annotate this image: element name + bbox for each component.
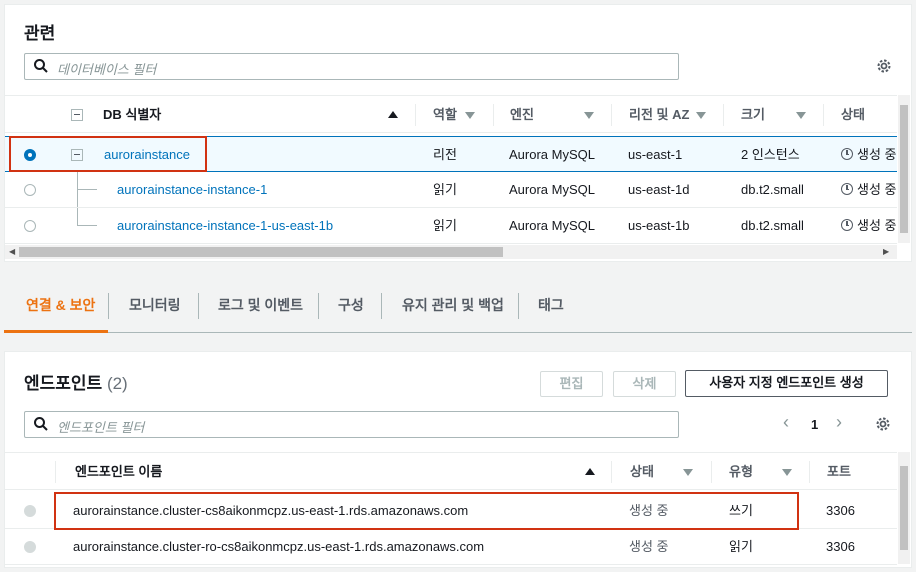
gear-icon[interactable] [874, 415, 892, 433]
instances-table-header: DB 식별자 역할 엔진 리전 및 AZ 크기 상태 [5, 95, 897, 133]
search-icon [34, 59, 48, 73]
instance-engine: Aurora MySQL [509, 147, 595, 162]
highlight-box [54, 492, 799, 530]
clock-icon [841, 148, 853, 160]
endpoint-status: 생성 중 [629, 539, 669, 554]
col-role[interactable]: 역할 [433, 96, 457, 133]
instance-region: us-east-1d [628, 182, 690, 197]
col-endpoint-name[interactable]: 엔드포인트 이름 [75, 453, 162, 490]
instance-role: 리전 [433, 147, 457, 162]
clock-icon [841, 219, 853, 231]
tab-maintenance-backup[interactable]: 유지 관리 및 백업 [402, 295, 504, 315]
page-number[interactable]: 1 [811, 417, 818, 432]
instance-size: 2 인스턴스 [741, 147, 800, 162]
instance-id-link[interactable]: aurorainstance-instance-1 [117, 172, 267, 207]
gear-icon[interactable] [875, 57, 893, 75]
tab-configuration[interactable]: 구성 [338, 295, 364, 315]
create-custom-endpoint-button[interactable]: 사용자 지정 엔드포인트 생성 [685, 370, 888, 397]
instance-size: db.t2.small [741, 218, 804, 233]
database-filter-placeholder: 데이터베이스 필터 [57, 62, 157, 77]
endpoint-filter-placeholder: 엔드포인트 필터 [57, 420, 145, 435]
instance-role: 읽기 [433, 182, 457, 197]
sort-asc-icon[interactable] [388, 111, 398, 118]
search-icon [34, 417, 48, 431]
related-title: 관련 [24, 24, 56, 43]
instance-size: db.t2.small [741, 182, 804, 197]
instance-row[interactable]: aurorainstance-instance-1-us-east-1b 읽기 … [5, 208, 897, 244]
sort-icon[interactable] [782, 469, 792, 476]
endpoint-port: 3306 [826, 539, 855, 554]
endpoint-filter-input[interactable]: 엔드포인트 필터 [24, 411, 679, 438]
sort-asc-icon[interactable] [585, 468, 595, 475]
row-radio[interactable] [24, 220, 36, 232]
col-endpoint-type[interactable]: 유형 [729, 453, 753, 490]
row-radio-disabled[interactable] [24, 505, 36, 517]
vertical-scrollbar[interactable] [898, 452, 910, 564]
col-endpoint-port[interactable]: 포트 [827, 453, 851, 490]
tab-connectivity-security[interactable]: 연결 & 보안 [26, 295, 95, 315]
endpoints-title: 엔드포인트 (2) [24, 374, 128, 393]
col-db-identifier[interactable]: DB 식별자 [103, 96, 161, 133]
active-tab-indicator [4, 330, 108, 333]
related-panel: 관련 데이터베이스 필터 DB 식별자 역할 엔진 리전 및 AZ 크기 상태 … [4, 4, 912, 262]
sort-icon[interactable] [465, 112, 475, 119]
instance-row[interactable]: aurorainstance-instance-1 읽기 Aurora MySQ… [5, 172, 897, 208]
vertical-scrollbar[interactable] [898, 95, 910, 243]
instance-status: 생성 중 [841, 208, 897, 243]
tab-logs-events[interactable]: 로그 및 이벤트 [218, 295, 303, 315]
instance-engine: Aurora MySQL [509, 218, 595, 233]
tab-monitoring[interactable]: 모니터링 [129, 295, 181, 315]
sort-icon[interactable] [696, 112, 706, 119]
endpoint-row[interactable]: aurorainstance.cluster-ro-cs8aikonmcpz.u… [5, 529, 897, 565]
instance-region: us-east-1b [628, 218, 690, 233]
highlight-box [9, 136, 207, 172]
col-endpoint-status[interactable]: 상태 [630, 453, 654, 490]
col-status[interactable]: 상태 [841, 96, 865, 133]
col-size[interactable]: 크기 [741, 96, 765, 133]
database-filter-input[interactable]: 데이터베이스 필터 [24, 53, 679, 80]
sort-icon[interactable] [584, 112, 594, 119]
edit-button[interactable]: 편집 [540, 371, 603, 397]
instance-engine: Aurora MySQL [509, 182, 595, 197]
instance-status: 생성 중 [841, 137, 897, 172]
clock-icon [841, 183, 853, 195]
instance-id-link[interactable]: aurorainstance-instance-1-us-east-1b [117, 208, 333, 243]
endpoint-type: 읽기 [729, 539, 753, 554]
col-engine[interactable]: 엔진 [510, 96, 534, 133]
endpoint-name: aurorainstance.cluster-ro-cs8aikonmcpz.u… [73, 539, 485, 554]
tab-tags[interactable]: 태그 [538, 295, 564, 315]
col-region-az[interactable]: 리전 및 AZ [629, 96, 689, 133]
instance-region: us-east-1 [628, 147, 683, 162]
chevron-right-icon[interactable]: › [836, 412, 842, 433]
endpoints-table-header: 엔드포인트 이름 상태 유형 포트 [5, 452, 897, 490]
instance-role: 읽기 [433, 218, 457, 233]
sort-icon[interactable] [796, 112, 806, 119]
collapse-all-icon[interactable] [71, 109, 83, 121]
horizontal-scrollbar[interactable]: ◀ ▶ [5, 245, 897, 259]
row-radio[interactable] [24, 184, 36, 196]
endpoints-count: (2) [106, 374, 128, 393]
detail-tabs: 연결 & 보안 모니터링 로그 및 이벤트 구성 유지 관리 및 백업 태그 [4, 285, 912, 333]
endpoint-port: 3306 [826, 503, 855, 518]
chevron-left-icon[interactable]: ‹ [783, 412, 789, 433]
delete-button[interactable]: 삭제 [613, 371, 676, 397]
sort-icon[interactable] [683, 469, 693, 476]
row-radio-disabled[interactable] [24, 541, 36, 553]
instance-status: 생성 중 [841, 172, 897, 207]
endpoints-panel: 엔드포인트 (2) 편집 삭제 사용자 지정 엔드포인트 생성 엔드포인트 필터… [4, 351, 912, 568]
